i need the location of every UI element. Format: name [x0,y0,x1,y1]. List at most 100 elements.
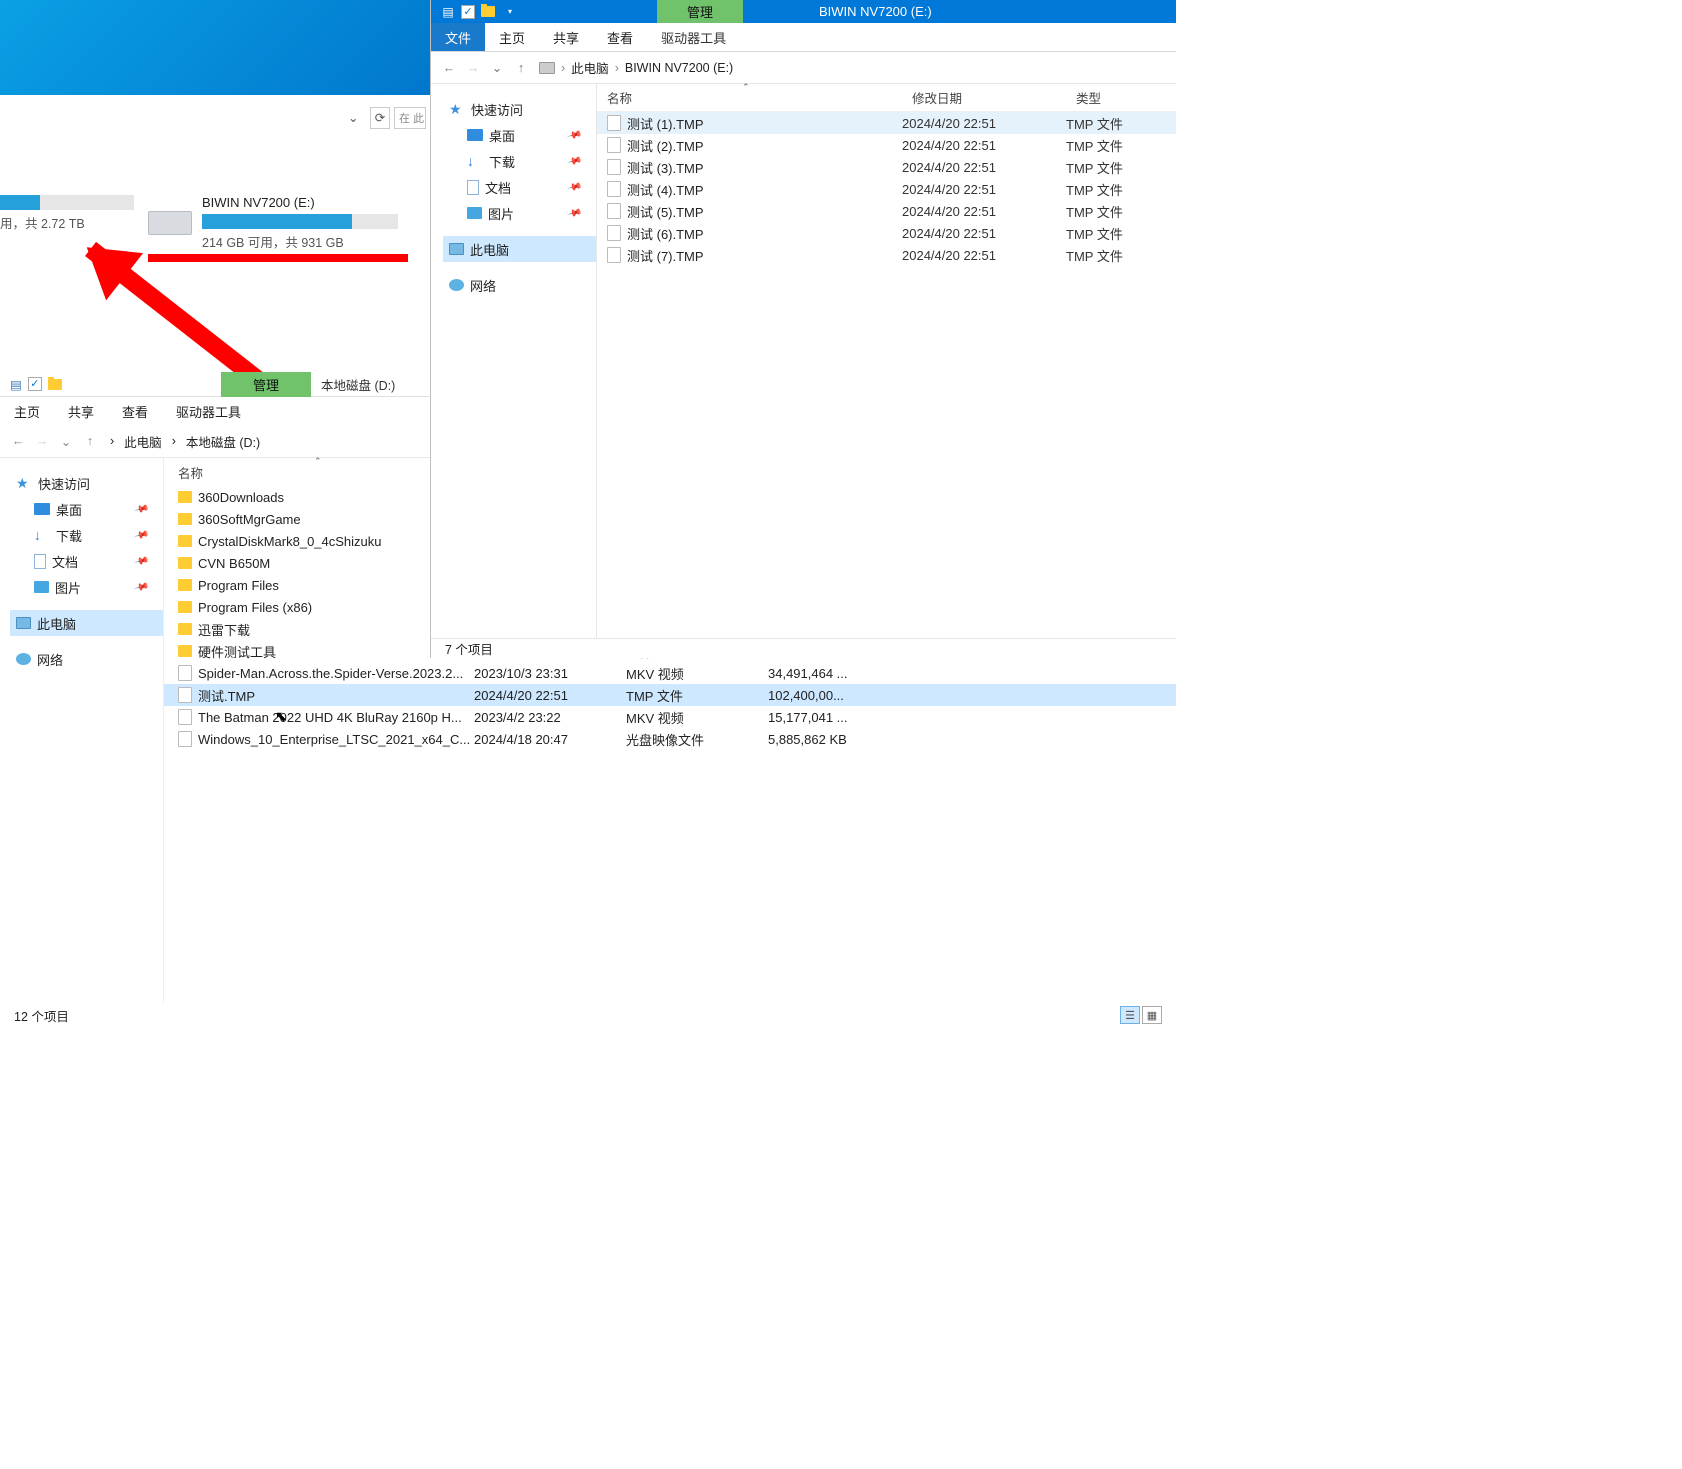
e-col-date[interactable]: 修改日期 [902,88,1066,107]
nav-fwd-icon[interactable]: → [463,58,483,78]
e-nav-downloads[interactable]: ↓下载📌 [443,148,596,174]
search-input[interactable]: 在 此 [394,107,426,129]
nav-label: 下载 [56,526,82,545]
e-nav-pane: ★快速访问 桌面📌 ↓下载📌 文档📌 图片📌 此电脑 网络 [431,84,597,638]
d-tab-home[interactable]: 主页 [0,397,54,425]
d-tab-share[interactable]: 共享 [54,397,108,425]
e-address-bar[interactable]: ← → ⌄ ↑ › 此电脑 › BIWIN NV7200 (E:) [431,52,1176,84]
qat-folder-icon[interactable] [481,6,495,17]
file-type: MKV 视频 [626,708,768,727]
e-tab-file[interactable]: 文件 [431,23,485,51]
nav-back-icon[interactable]: ← [8,434,28,448]
nav-label: 此电脑 [37,614,76,633]
qat-save-icon[interactable]: ▤ [10,377,22,392]
file-date: 2024/4/20 22:51 [902,226,1066,241]
qat-properties-icon[interactable]: ✓ [461,5,475,19]
e-col-type[interactable]: 类型 [1066,88,1111,107]
pin-icon: 📌 [133,501,149,517]
d-nav-documents[interactable]: 文档📌 [10,548,163,574]
d-nav-network[interactable]: 网络 [10,646,163,672]
d-crumb-pc[interactable]: 此电脑 [124,432,162,451]
file-icon [607,137,621,153]
file-row[interactable]: 测试 (4).TMP2024/4/20 22:51TMP 文件 [597,178,1176,200]
view-details-icon[interactable]: ☰ [1120,1006,1140,1024]
qat-dropdown-icon[interactable]: ▾ [501,3,519,21]
crumb-pc[interactable]: 此电脑 [571,58,609,77]
folder-icon [178,579,192,591]
file-type: TMP 文件 [1066,202,1123,221]
nav-label: 图片 [488,204,514,223]
crumb-drive[interactable]: BIWIN NV7200 (E:) [625,61,733,75]
file-row[interactable]: 测试 (3).TMP2024/4/20 22:51TMP 文件 [597,156,1176,178]
file-row[interactable]: 测试 (6).TMP2024/4/20 22:51TMP 文件 [597,222,1176,244]
file-row[interactable]: Spider-Man.Across.the.Spider-Verse.2023.… [164,662,1176,684]
e-tab-share[interactable]: 共享 [539,23,593,51]
e-tab-view[interactable]: 查看 [593,23,647,51]
explorer-window-drive-e[interactable]: ▤ ✓ ▾ 管理 BIWIN NV7200 (E:) 文件 主页 共享 查看 驱… [430,0,1176,658]
file-row[interactable]: 测试 (1).TMP2024/4/20 22:51TMP 文件 [597,112,1176,134]
nav-up-icon[interactable]: ↑ [511,58,531,78]
d-tab-drvtool[interactable]: 驱动器工具 [162,397,255,425]
file-row[interactable]: The Batman 2022 UHD 4K BluRay 2160p H...… [164,706,1176,728]
file-row[interactable]: 测试 (5).TMP2024/4/20 22:51TMP 文件 [597,200,1176,222]
e-item-count: 7 个项目 [445,639,493,658]
file-date: 2024/4/18 20:47 [474,732,626,747]
folder-icon [178,535,192,547]
e-column-headers[interactable]: ⌃ 名称 修改日期 类型 [597,84,1176,112]
file-name: CVN B650M [198,556,270,571]
file-name: Spider-Man.Across.the.Spider-Verse.2023.… [198,666,463,681]
sort-indicator-icon: ⌃ [314,456,322,467]
nav-up-icon[interactable]: ↑ [80,434,100,448]
e-nav-desktop[interactable]: 桌面📌 [443,122,596,148]
nav-back-icon[interactable]: ← [439,58,459,78]
d-status-bar: 12 个项目 ☰ ▦ [0,1003,1176,1027]
e-nav-documents[interactable]: 文档📌 [443,174,596,200]
folder-icon [178,601,192,613]
qat-folder-icon[interactable] [48,379,62,390]
d-nav-quick[interactable]: ★快速访问 [10,470,163,496]
file-row[interactable]: 测试 (7).TMP2024/4/20 22:51TMP 文件 [597,244,1176,266]
d-crumb-drive[interactable]: 本地磁盘 (D:) [186,432,260,451]
d-col-name[interactable]: 名称 [178,463,203,482]
file-row[interactable]: Windows_10_Enterprise_LTSC_2021_x64_C...… [164,728,1176,750]
file-type: TMP 文件 [1066,246,1123,265]
refresh-button[interactable]: ⟳ [370,107,390,129]
e-nav-quick[interactable]: ★快速访问 [443,96,596,122]
e-nav-pictures[interactable]: 图片📌 [443,200,596,226]
view-large-icon[interactable]: ▦ [1142,1006,1162,1024]
e-nav-network[interactable]: 网络 [443,272,596,298]
qat-save-icon[interactable]: ▤ [439,3,457,21]
address-drop-icon[interactable]: ⌄ [348,110,366,125]
file-type: TMP 文件 [1066,180,1123,199]
d-nav-pictures[interactable]: 图片📌 [10,574,163,600]
crumb-pc-icon[interactable] [539,62,555,74]
file-row[interactable]: 测试.TMP2024/4/20 22:51TMP 文件102,400,00... [164,684,1176,706]
e-status-bar: 7 个项目 [431,638,1176,658]
e-tab-drvtool[interactable]: 驱动器工具 [647,23,740,51]
e-manage-tab[interactable]: 管理 [657,0,743,23]
file-date: 2023/4/2 23:22 [474,710,626,725]
drive-d-fragment[interactable]: 用，共 2.72 TB [0,195,134,232]
d-nav-thispc[interactable]: 此电脑 [10,610,163,636]
folder-icon [178,557,192,569]
d-nav-downloads[interactable]: ↓下载📌 [10,522,163,548]
e-nav-thispc[interactable]: 此电脑 [443,236,596,262]
e-tab-home[interactable]: 主页 [485,23,539,51]
file-icon [178,731,192,747]
nav-history-icon[interactable]: ⌄ [56,434,76,449]
drive-d-capacity: 用，共 2.72 TB [0,213,134,232]
file-type: TMP 文件 [626,686,768,705]
file-icon [178,687,192,703]
d-nav-desktop[interactable]: 桌面📌 [10,496,163,522]
drive-e[interactable]: BIWIN NV7200 (E:) 214 GB 可用，共 931 GB [148,195,398,251]
nav-history-icon[interactable]: ⌄ [487,58,507,78]
e-titlebar[interactable]: ▤ ✓ ▾ 管理 BIWIN NV7200 (E:) [431,0,1176,23]
file-size: 5,885,862 KB [768,732,868,747]
file-row[interactable]: 测试 (2).TMP2024/4/20 22:51TMP 文件 [597,134,1176,156]
file-date: 2023/10/3 23:31 [474,666,626,681]
d-manage-tab[interactable]: 管理 [221,372,311,397]
qat-properties-icon[interactable]: ✓ [28,377,42,391]
file-type: 光盘映像文件 [626,730,768,749]
nav-fwd-icon[interactable]: → [32,434,52,448]
d-tab-view[interactable]: 查看 [108,397,162,425]
